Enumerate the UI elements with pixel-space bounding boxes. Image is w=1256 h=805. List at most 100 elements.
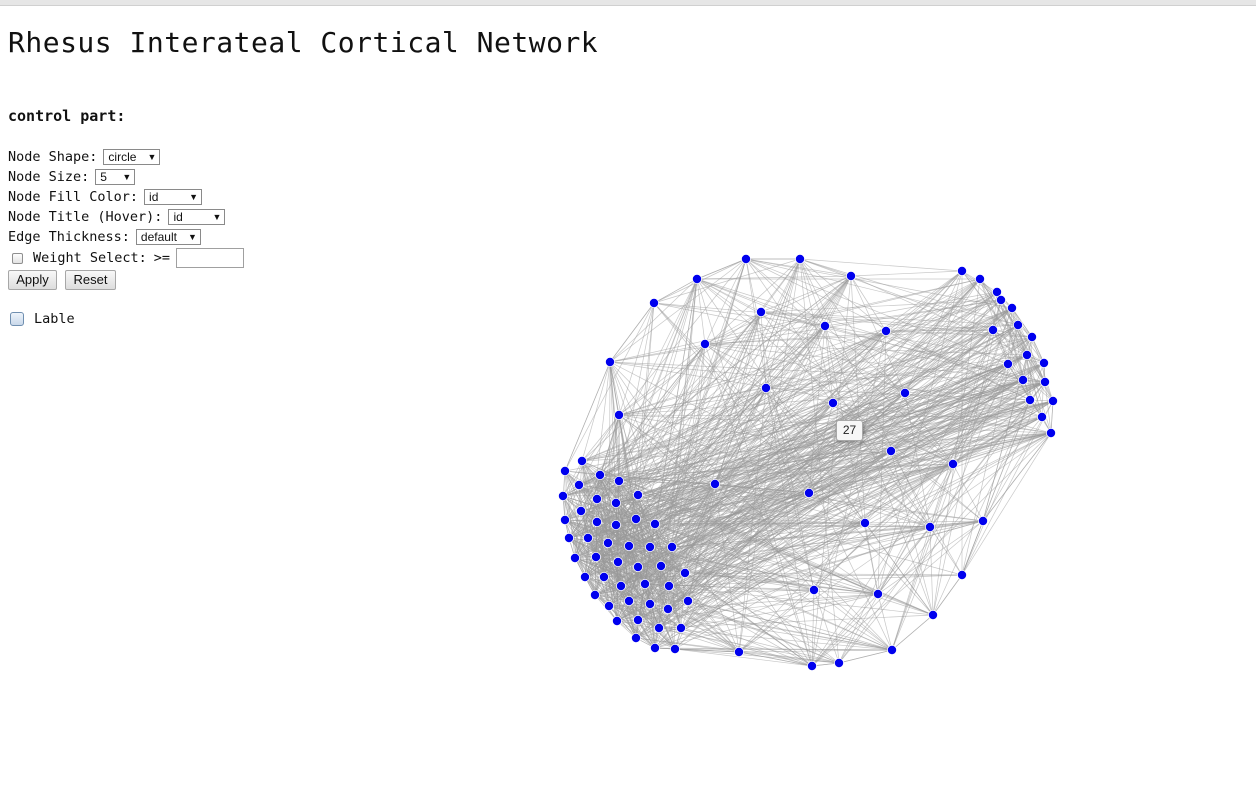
- graph-node[interactable]: [680, 568, 691, 579]
- graph-node[interactable]: [734, 647, 745, 658]
- graph-node[interactable]: [761, 382, 772, 393]
- graph-node[interactable]: [700, 338, 711, 349]
- graph-node[interactable]: [611, 520, 622, 531]
- graph-edge: [609, 302, 655, 363]
- graph-node[interactable]: [603, 538, 614, 549]
- graph-node[interactable]: [590, 590, 601, 601]
- graph-node[interactable]: [834, 658, 845, 669]
- graph-edge: [850, 270, 963, 277]
- graph-node[interactable]: [631, 633, 642, 644]
- graph-node[interactable]: [570, 553, 581, 564]
- graph-node[interactable]: [873, 589, 884, 600]
- graph-node[interactable]: [676, 623, 687, 634]
- graph-node[interactable]: [710, 478, 721, 489]
- graph-node[interactable]: [928, 610, 939, 621]
- graph-node[interactable]: [631, 514, 642, 525]
- graph-node[interactable]: [576, 505, 587, 516]
- graph-node[interactable]: [1037, 411, 1048, 422]
- graph-node[interactable]: [881, 325, 892, 336]
- graph-node[interactable]: [633, 615, 644, 626]
- graph-node[interactable]: [1018, 374, 1029, 385]
- graph-node[interactable]: [948, 458, 959, 469]
- graph-node[interactable]: [614, 409, 625, 420]
- graph-node[interactable]: [592, 517, 603, 528]
- graph-node[interactable]: [614, 475, 625, 486]
- graph-edge: [838, 463, 954, 664]
- graph-node[interactable]: [577, 455, 588, 466]
- graph-node[interactable]: [611, 497, 622, 508]
- graph-node[interactable]: [975, 273, 986, 284]
- graph-node[interactable]: [1007, 302, 1018, 313]
- graph-node[interactable]: [558, 490, 569, 501]
- graph-node[interactable]: [887, 645, 898, 656]
- graph-node[interactable]: [650, 643, 661, 654]
- network-graph[interactable]: [0, 0, 1256, 805]
- graph-node[interactable]: [624, 596, 635, 607]
- graph-edge: [877, 593, 893, 651]
- graph-node[interactable]: [645, 542, 656, 553]
- graph-node[interactable]: [957, 265, 968, 276]
- graph-node[interactable]: [957, 570, 968, 581]
- graph-node[interactable]: [604, 601, 615, 612]
- graph-node[interactable]: [560, 465, 571, 476]
- graph-node[interactable]: [886, 445, 897, 456]
- graph-edge: [891, 526, 931, 651]
- graph-node[interactable]: [1040, 376, 1051, 387]
- graph-node[interactable]: [1027, 331, 1038, 342]
- graph-node[interactable]: [996, 294, 1007, 305]
- graph-node[interactable]: [795, 253, 806, 264]
- graph-node[interactable]: [650, 519, 661, 530]
- graph-node[interactable]: [592, 493, 603, 504]
- graph-node[interactable]: [860, 518, 871, 529]
- graph-node[interactable]: [595, 469, 606, 480]
- graph-node[interactable]: [605, 356, 616, 367]
- graph-node[interactable]: [925, 522, 936, 533]
- graph-node[interactable]: [692, 273, 703, 284]
- graph-node[interactable]: [624, 541, 635, 552]
- graph-node[interactable]: [654, 623, 665, 634]
- graph-node[interactable]: [683, 596, 694, 607]
- graph-node[interactable]: [580, 572, 591, 583]
- graph-node[interactable]: [807, 661, 818, 672]
- graph-edge: [653, 258, 801, 304]
- graph-node[interactable]: [663, 604, 674, 615]
- graph-node[interactable]: [633, 562, 644, 573]
- graph-node[interactable]: [583, 533, 594, 544]
- graph-node[interactable]: [1022, 349, 1033, 360]
- graph-edge: [696, 258, 747, 280]
- graph-node[interactable]: [1039, 357, 1050, 368]
- graph-node[interactable]: [988, 324, 999, 335]
- graph-node[interactable]: [1048, 395, 1059, 406]
- graph-node[interactable]: [667, 542, 678, 553]
- graph-node[interactable]: [560, 515, 571, 526]
- graph-node[interactable]: [804, 487, 815, 498]
- graph-node[interactable]: [828, 397, 839, 408]
- graph-node[interactable]: [574, 479, 585, 490]
- graph-node[interactable]: [670, 644, 681, 655]
- graph-node[interactable]: [1013, 319, 1024, 330]
- graph-edge: [760, 311, 994, 331]
- graph-node[interactable]: [664, 581, 675, 592]
- graph-node[interactable]: [640, 579, 651, 590]
- graph-node[interactable]: [616, 581, 627, 592]
- graph-node[interactable]: [564, 533, 575, 544]
- graph-node[interactable]: [1025, 394, 1036, 405]
- graph-node[interactable]: [656, 561, 667, 572]
- graph-node[interactable]: [809, 585, 820, 596]
- graph-node[interactable]: [633, 489, 644, 500]
- graph-node[interactable]: [756, 306, 767, 317]
- graph-node[interactable]: [900, 387, 911, 398]
- graph-node[interactable]: [645, 599, 656, 610]
- graph-node[interactable]: [741, 253, 752, 264]
- graph-node[interactable]: [612, 616, 623, 627]
- graph-node[interactable]: [1046, 427, 1057, 438]
- graph-node[interactable]: [820, 320, 831, 331]
- graph-edge: [696, 278, 826, 327]
- graph-node[interactable]: [846, 270, 857, 281]
- graph-node[interactable]: [978, 516, 989, 527]
- graph-node[interactable]: [591, 552, 602, 563]
- graph-node[interactable]: [599, 572, 610, 583]
- graph-node[interactable]: [649, 297, 660, 308]
- graph-node[interactable]: [613, 557, 624, 568]
- graph-node[interactable]: [1003, 358, 1014, 369]
